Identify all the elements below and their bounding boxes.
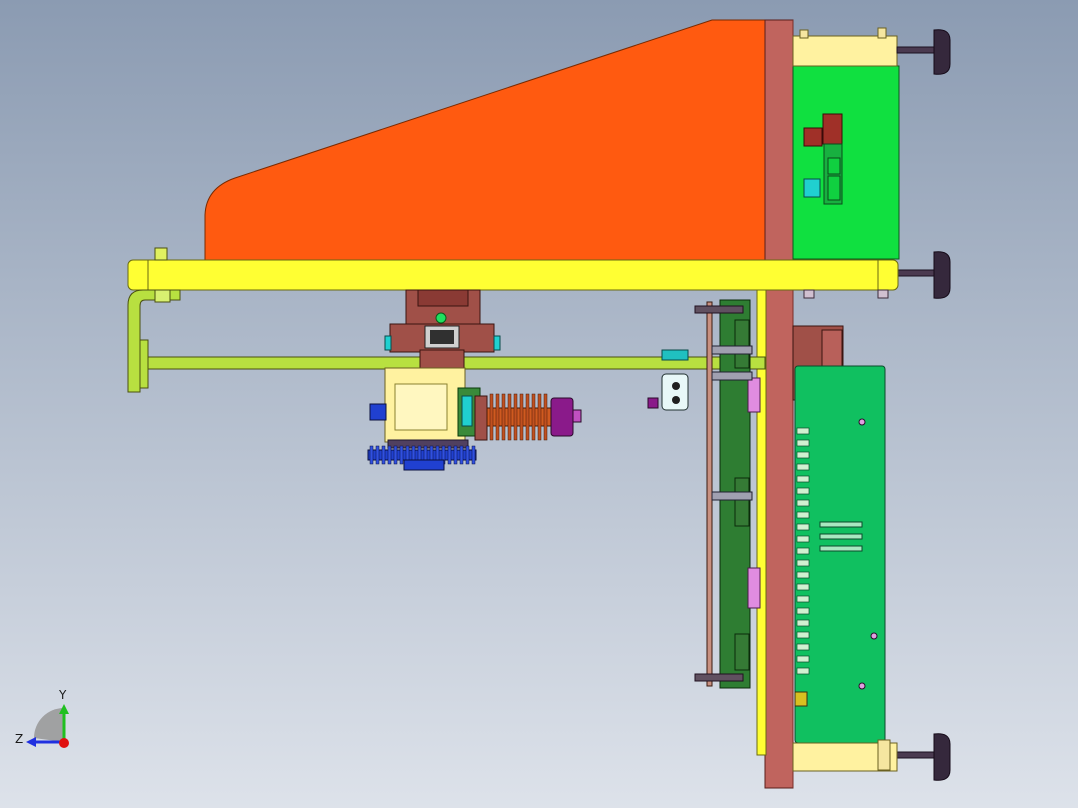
lower-control-board[interactable]: [794, 365, 886, 744]
pcb-pin: [796, 463, 810, 471]
pcb-connector-slot-2: [827, 175, 841, 201]
rod-end-cap: [139, 339, 149, 389]
motor-cyan-tab-left: [384, 335, 392, 351]
pcb-pin: [796, 655, 810, 663]
pink-clip-1: [747, 377, 761, 413]
spring-cap-tip: [572, 409, 582, 423]
pcb-pin: [796, 487, 810, 495]
spring-coil: [543, 393, 548, 441]
gearbox-inner-face: [394, 383, 448, 431]
spring-coil: [501, 393, 506, 441]
gear-tooth: [459, 445, 464, 465]
spring-coil: [537, 393, 542, 441]
top-bolt: [877, 27, 887, 39]
beam-bolt-right-2: [877, 289, 889, 299]
triad-origin-dot: [59, 738, 69, 748]
board-standoff-1: [711, 345, 753, 355]
pcb-yellow-cap: [794, 691, 808, 707]
spring-coil: [495, 393, 500, 441]
pcb-pin: [796, 619, 810, 627]
board-standoff-3: [711, 491, 753, 501]
bottom-bolt: [877, 739, 891, 771]
pcb-pin: [796, 571, 810, 579]
pcb-pin: [796, 499, 810, 507]
spring-coil: [525, 393, 530, 441]
pcb-pin: [796, 643, 810, 651]
pcb-pin: [796, 583, 810, 591]
pcb-pin: [796, 451, 810, 459]
pcb-cyan-chip: [803, 178, 821, 198]
pcb-component-small: [803, 127, 823, 147]
pcb-pin: [796, 667, 810, 675]
pcb-mount-hole-3: [858, 682, 866, 690]
gear-tooth: [369, 445, 374, 465]
pcb-pin: [796, 535, 810, 543]
maroon-mounting-plate[interactable]: [764, 19, 794, 789]
gear-tooth: [399, 445, 404, 465]
bracket-washer: [154, 289, 171, 303]
yellow-main-beam[interactable]: [127, 259, 899, 291]
pcb-pin-header: [796, 427, 810, 675]
motor-coupler-slot: [430, 330, 454, 344]
beam-bolt-head: [154, 247, 168, 261]
thin-vertical-rail: [706, 301, 713, 687]
pcb-mount-hole-2: [870, 632, 878, 640]
pcb-pin: [796, 523, 810, 531]
board-bulge-bottom: [734, 633, 750, 671]
top-cream-block[interactable]: [792, 35, 898, 67]
spring-coil: [507, 393, 512, 441]
beam-bolt-right-1: [803, 289, 815, 299]
spring-coil: [489, 393, 494, 441]
spring-end-cap[interactable]: [550, 397, 574, 437]
gear-tooth: [381, 445, 386, 465]
assembly-drawing: Y Z: [0, 0, 1078, 808]
gear-tooth: [447, 445, 452, 465]
pcb-pin: [796, 631, 810, 639]
pcb-trace-2: [819, 533, 863, 540]
upper-pcb-board[interactable]: [792, 65, 900, 260]
pcb-pin: [796, 595, 810, 603]
pcb-mount-hole-1: [858, 418, 866, 426]
gearbox-cyan-screw: [461, 395, 473, 427]
pcb-pin: [796, 427, 810, 435]
gear-tooth: [471, 445, 476, 465]
pcb-pin: [796, 511, 810, 519]
gear-tooth: [393, 445, 398, 465]
spring-coil: [519, 393, 524, 441]
spring-coil: [531, 393, 536, 441]
triad-y-label: Y: [58, 688, 67, 702]
pcb-trace-3: [819, 545, 863, 552]
motor-flange: [417, 289, 469, 307]
board-standoff-2: [711, 371, 753, 381]
pcb-pin: [796, 547, 810, 555]
board-bolt-top: [694, 305, 744, 314]
motor-green-knob: [435, 312, 447, 324]
spring-mount-bracket: [474, 395, 488, 441]
gearbox-blue-mount: [369, 403, 387, 421]
pcb-connector-slot-1: [827, 157, 841, 175]
top-bolt-left: [799, 29, 809, 39]
spring-coil: [513, 393, 518, 441]
pcb-pin: [796, 559, 810, 567]
gear-tooth: [453, 445, 458, 465]
pcb-trace-1: [819, 521, 863, 528]
gear-tooth: [387, 445, 392, 465]
board-bolt-bottom: [694, 673, 744, 682]
pink-clip-2: [747, 567, 761, 609]
pcb-pin: [796, 439, 810, 447]
gear-tooth: [465, 445, 470, 465]
triad-z-label: Z: [15, 732, 23, 746]
cad-viewport[interactable]: Y Z: [0, 0, 1078, 808]
board-bulge-mid: [734, 477, 750, 527]
gear-tooth: [375, 445, 380, 465]
pcb-component-maroon: [822, 113, 843, 145]
blue-gear-hub: [403, 459, 445, 471]
motor-cyan-tab-right: [493, 335, 501, 351]
pcb-pin: [796, 607, 810, 615]
pcb-pin: [796, 475, 810, 483]
board-bulge-top: [734, 319, 750, 369]
